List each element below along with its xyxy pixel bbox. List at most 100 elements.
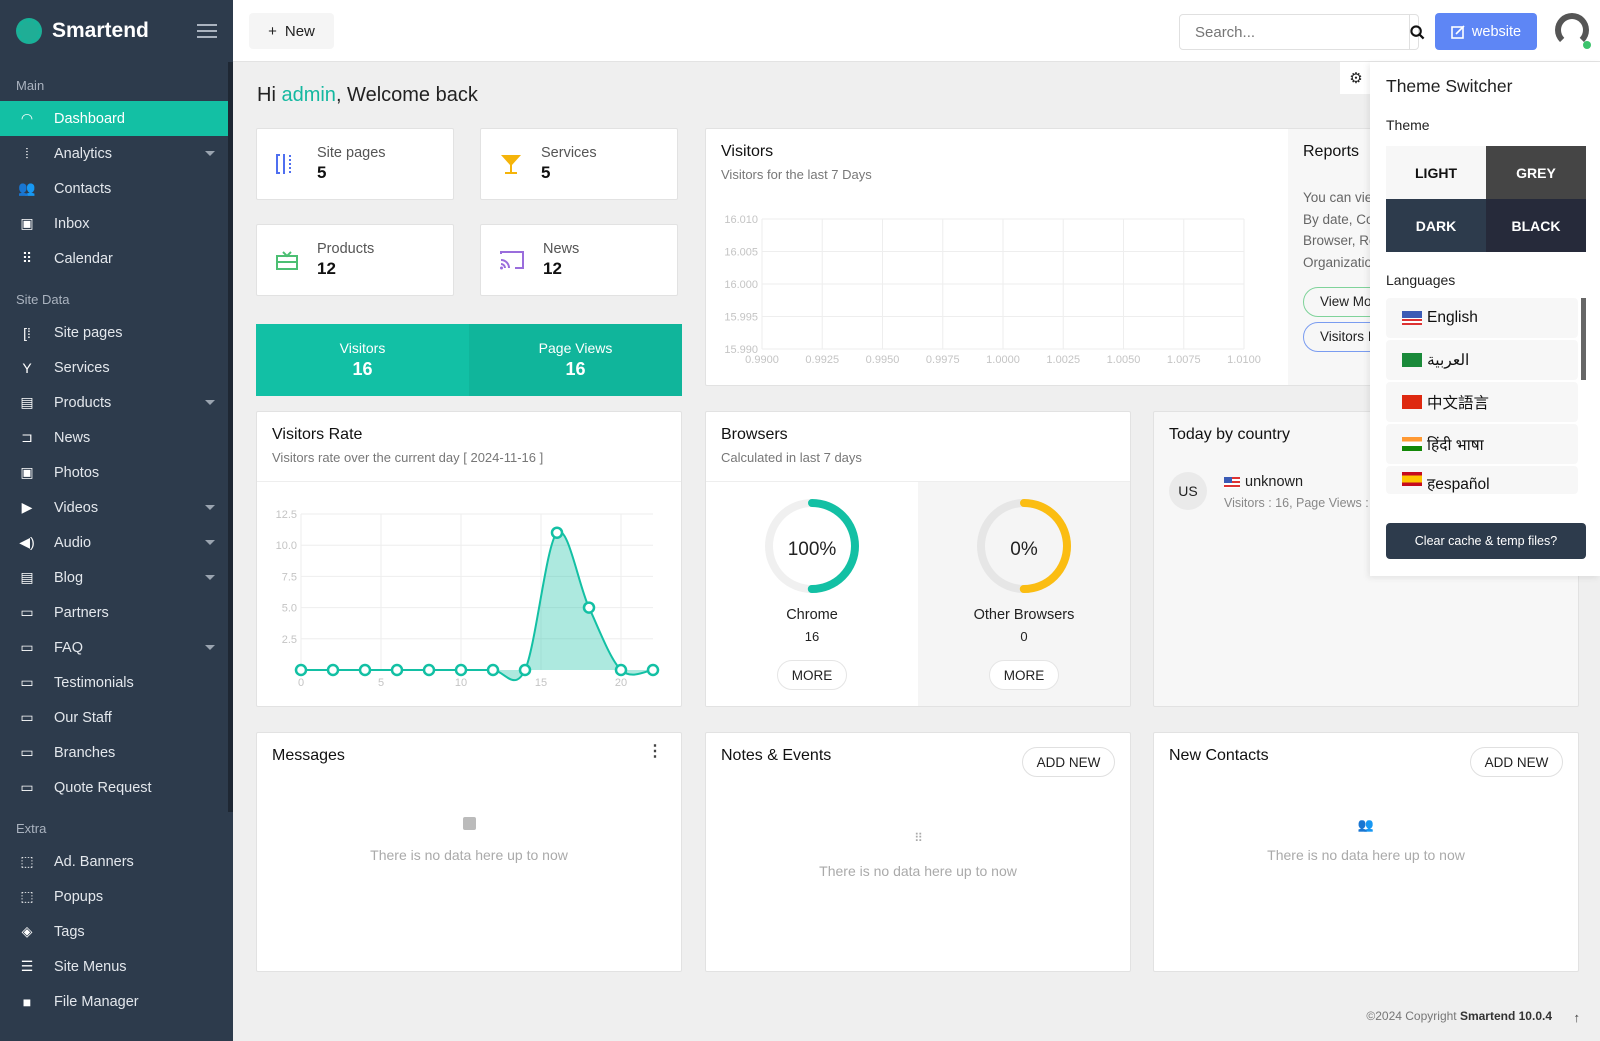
theme-light[interactable]: LIGHT <box>1386 146 1486 199</box>
sidebar-item-dashboard[interactable]: ◠ Dashboard <box>0 101 228 136</box>
messages-empty-text: There is no data here up to now <box>370 847 568 863</box>
data-point[interactable] <box>294 663 308 677</box>
languages-scrollbar[interactable] <box>1581 298 1586 380</box>
language-option[interactable]: हespañol <box>1386 466 1578 494</box>
data-point[interactable] <box>550 526 564 539</box>
sidebar-item-partners[interactable]: ▭ Partners <box>0 595 233 630</box>
y-tick-label: 16.005 <box>724 247 758 259</box>
theme-black[interactable]: BLACK <box>1486 199 1586 252</box>
website-button[interactable]: website <box>1435 13 1537 50</box>
online-status-dot <box>1583 41 1591 49</box>
data-point[interactable] <box>358 663 372 677</box>
add-contact-button[interactable]: ADD NEW <box>1470 747 1563 777</box>
view-more-button[interactable]: View Mo <box>1303 287 1374 317</box>
menu-toggle-icon[interactable] <box>197 24 217 38</box>
pageviews-total[interactable]: Page Views 16 <box>469 324 682 396</box>
reports-panel: Reports You can vie By date, Co Browser, R… <box>1288 129 1374 385</box>
more-options-icon[interactable]: ⋮ <box>647 744 663 760</box>
chevron-down-icon <box>205 400 215 405</box>
data-point[interactable] <box>390 663 404 677</box>
cocktail-icon <box>501 155 521 174</box>
tags-icon: ◈ <box>21 923 33 939</box>
data-point[interactable] <box>614 663 628 677</box>
site-pages-icon: [⁞ <box>23 324 31 341</box>
language-option[interactable]: العربية <box>1386 340 1578 380</box>
language-option[interactable]: 中文語言 <box>1386 382 1578 422</box>
sidebar-item-ad-banners[interactable]: ⬚ Ad. Banners <box>0 844 233 879</box>
search-button[interactable] <box>1409 15 1425 49</box>
sidebar-item-news[interactable]: ⊐ News <box>0 420 233 455</box>
sidebar-item-testimonials[interactable]: ▭ Testimonials <box>0 665 233 700</box>
sidebar-item-site-pages[interactable]: [⁞ Site pages <box>0 315 233 350</box>
data-point[interactable] <box>486 663 500 677</box>
data-point[interactable] <box>582 601 596 614</box>
products-icon: ▤ <box>20 394 34 410</box>
visitors-report-button[interactable]: Visitors I <box>1303 322 1374 352</box>
sidebar-item-audio[interactable]: ◀) Audio <box>0 525 233 560</box>
sidebar-item-calendar[interactable]: ⠿ Calendar <box>0 241 233 276</box>
sidebar-item-our-staff[interactable]: ▭ Our Staff <box>0 700 233 735</box>
stat-news[interactable]: News 12 <box>480 224 678 296</box>
stat-site-pages[interactable]: Site pages 5 <box>256 128 454 200</box>
sidebar: Smartend Main ◠ Dashboard ⦙ Analytics 👥 Contac… <box>0 0 233 1041</box>
sidebar-item-photos[interactable]: ▣ Photos <box>0 455 233 490</box>
us-flag-icon <box>1224 476 1240 488</box>
theme-label: Theme <box>1386 117 1430 133</box>
sidebar-item-contacts[interactable]: 👥 Contacts <box>0 171 233 206</box>
theme-switcher-title: Theme Switcher <box>1386 76 1513 96</box>
y-tick-label: 2.5 <box>282 634 297 646</box>
sidebar-item-file-manager[interactable]: ■ File Manager <box>0 984 233 1019</box>
sidebar-item-tags[interactable]: ◈ Tags <box>0 914 233 949</box>
plus-icon: + <box>268 22 277 40</box>
language-option[interactable]: English <box>1386 298 1578 338</box>
popups-icon: ⬚ <box>20 888 34 904</box>
folder-icon: ▭ <box>20 779 34 795</box>
sidebar-item-faq[interactable]: ▭ FAQ <box>0 630 233 665</box>
sidebar-item-branches[interactable]: ▭ Branches <box>0 735 233 770</box>
sidebar-item-videos[interactable]: ▶ Videos <box>0 490 233 525</box>
new-button[interactable]: + New <box>249 13 334 49</box>
gear-icon: ⚙ <box>1349 70 1363 87</box>
data-point[interactable] <box>454 663 468 677</box>
sidebar-item-products[interactable]: ▤ Products <box>0 385 233 420</box>
sidebar-item-popups[interactable]: ⬚ Popups <box>0 879 233 914</box>
visitors-total[interactable]: Visitors 16 <box>256 324 469 396</box>
sidebar-item-analytics[interactable]: ⦙ Analytics <box>0 136 233 171</box>
theme-grey[interactable]: GREY <box>1486 146 1586 199</box>
username-link[interactable]: admin <box>281 84 335 106</box>
x-tick-label: 1.0025 <box>1046 354 1080 366</box>
search-input[interactable] <box>1180 15 1409 49</box>
theme-switcher-toggle[interactable]: ⚙ <box>1340 62 1372 94</box>
theme-switcher-panel: Theme Switcher Theme LIGHT GREY DARK BLA… <box>1370 62 1600 576</box>
user-avatar[interactable] <box>1555 13 1591 49</box>
contacts-card: New Contacts ADD NEW 👥 There is no data … <box>1153 732 1579 972</box>
stat-services[interactable]: Services 5 <box>480 128 678 200</box>
browser-more-button[interactable]: MORE <box>989 660 1059 690</box>
country-code-badge: US <box>1169 472 1207 510</box>
data-point[interactable] <box>518 663 532 677</box>
browser-count: 16 <box>804 629 820 644</box>
browser-more-button[interactable]: MORE <box>777 660 847 690</box>
data-point[interactable] <box>326 663 340 677</box>
reports-text: You can vie By date, Co Browser, Re Organiz… <box>1303 187 1374 273</box>
browsers-card: Browsers Calculated in last 7 days 100% Ch… <box>705 411 1131 707</box>
data-point[interactable] <box>646 663 660 677</box>
scroll-top-icon[interactable]: ↑ <box>1574 1010 1581 1025</box>
reports-line: By date, Co <box>1303 211 1374 227</box>
stat-products[interactable]: Products 12 <box>256 224 454 296</box>
sidebar-item-services[interactable]: Y Services <box>0 350 233 385</box>
visitors-pageviews-band: Visitors 16 Page Views 16 <box>256 324 682 396</box>
chevron-down-icon <box>205 505 215 510</box>
sidebar-item-quote-request[interactable]: ▭ Quote Request <box>0 770 233 805</box>
sidebar-section-label: Extra <box>16 821 47 836</box>
theme-dark[interactable]: DARK <box>1386 199 1486 252</box>
site-pages-icon <box>276 154 291 174</box>
sidebar-item-blog[interactable]: ▤ Blog <box>0 560 233 595</box>
add-note-button[interactable]: ADD NEW <box>1022 747 1115 777</box>
data-point[interactable] <box>422 663 436 677</box>
sidebar-item-site-menus[interactable]: ☰ Site Menus <box>0 949 233 984</box>
language-option[interactable]: हिंदी भाषा <box>1386 424 1578 464</box>
clear-cache-button[interactable]: Clear cache & temp files? <box>1386 523 1586 559</box>
sidebar-item-inbox[interactable]: ▣ Inbox <box>0 206 233 241</box>
browser-name: Chrome <box>786 607 838 623</box>
